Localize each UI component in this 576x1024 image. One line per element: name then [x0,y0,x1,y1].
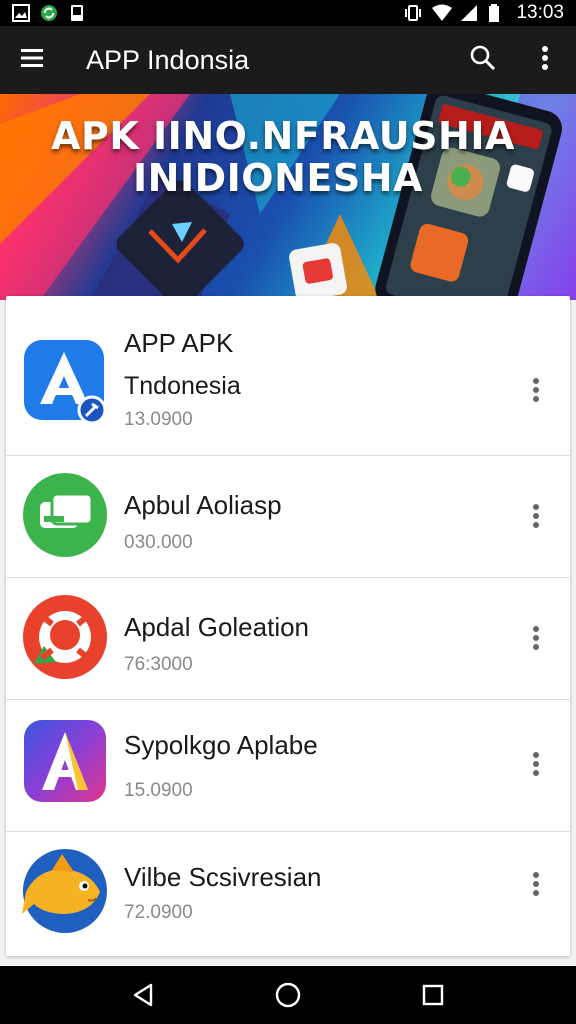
app-meta: 13.0900 [124,409,193,430]
battery-icon [488,4,506,22]
fish-app-icon [22,848,108,934]
more-vert-icon [533,752,539,776]
more-vert-icon [533,872,539,896]
back-icon [133,983,152,1007]
back-button[interactable] [113,966,173,1024]
signal-icon [460,4,478,22]
item-more-button[interactable] [520,494,552,538]
sync-icon [40,4,58,22]
location-app-icon [22,594,108,680]
app-name: APP APK [124,328,234,358]
more-vert-icon [533,626,539,650]
list-item[interactable]: Apbul Aoliasp 030.000 [6,456,570,578]
vibrate-icon [404,4,422,22]
gallery-icon [12,4,30,22]
notification-icon [68,4,86,22]
a-letter-app-icon [22,718,108,804]
banner-headline: APK IINO.NFRAUSHIA [51,114,515,158]
list-item[interactable]: APP APK Tndonesia 13.0900 [6,296,570,456]
search-icon [470,45,496,76]
app-meta: 76:3000 [124,654,193,675]
item-more-button[interactable] [520,616,552,660]
overflow-menu-button[interactable] [514,26,576,94]
menu-button[interactable] [0,26,66,94]
more-vert-icon [541,45,549,76]
menu-icon [21,48,45,73]
home-icon [275,982,301,1008]
search-button[interactable] [452,26,514,94]
app-name: Vilbe Scsivresian [124,862,322,892]
item-more-button[interactable] [520,742,552,786]
app-subtitle: Tndonesia [124,372,241,400]
more-vert-icon [533,504,539,528]
app-name: Sypolkgo Aplabe [124,730,318,760]
status-bar: 13:03 [0,0,576,26]
recents-button[interactable] [403,966,463,1024]
more-vert-icon [533,378,539,402]
status-time: 13:03 [516,2,564,23]
app-meta: 15.0900 [124,780,193,801]
recents-icon [423,984,444,1006]
app-name: Apdal Goleation [124,612,310,642]
chat-app-icon [22,472,108,558]
item-more-button[interactable] [520,862,552,906]
app-name: Apbul Aoliasp [124,490,282,520]
app-meta: 030.000 [124,532,193,553]
app-title: APP Indonsia [86,44,250,75]
list-item[interactable]: Vilbe Scsivresian 72.0900 [6,832,570,956]
app-bar: APP Indonsia [0,26,576,94]
app-meta: 72.0900 [124,902,193,923]
navigation-bar [0,966,576,1024]
app-apk-icon [22,338,108,425]
app-list: APP APK Tndonesia 13.0900 Apbul Aoliasp … [6,296,570,956]
list-item[interactable]: Sypolkgo Aplabe 15.0900 [6,700,570,832]
item-more-button[interactable] [520,368,552,412]
list-item[interactable]: Apdal Goleation 76:3000 [6,578,570,700]
banner-subheadline: INIDIONESHA [133,156,423,200]
wifi-icon [432,4,453,22]
home-button[interactable] [258,966,318,1024]
promo-banner[interactable]: APK IINO.NFRAUSHIA INIDIONESHA [0,94,576,300]
